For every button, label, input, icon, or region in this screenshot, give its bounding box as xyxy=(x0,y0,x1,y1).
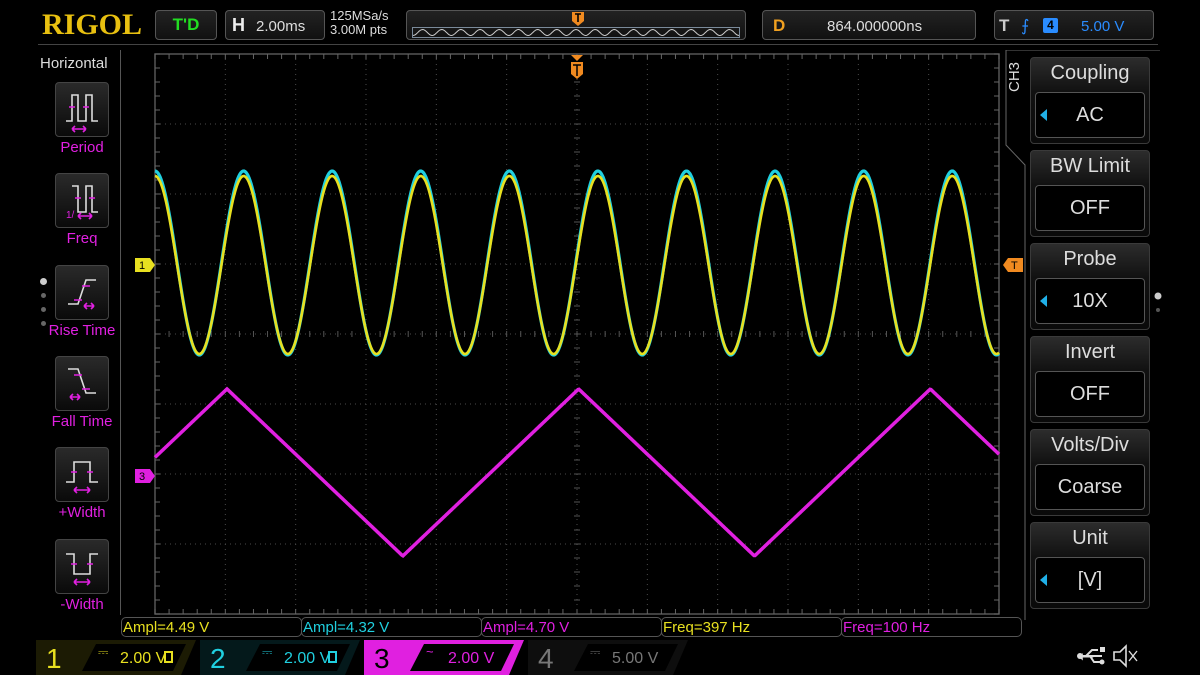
dc-coupling-icon: ⎓ xyxy=(262,644,273,659)
bandwidth-limit-icon xyxy=(164,651,173,663)
marker-label: T xyxy=(1011,260,1018,272)
channel-2-button[interactable]: 2 ⎓ 2.00 V xyxy=(200,640,370,675)
status-area xyxy=(1077,644,1138,668)
trigger-level-marker[interactable]: T xyxy=(1003,258,1023,272)
measurement-readout[interactable]: Ampl=4.49 V xyxy=(121,617,302,637)
channel-scale: 5.00 V xyxy=(612,650,659,667)
usb-icon xyxy=(1077,647,1105,665)
marker-label: 3 xyxy=(139,471,145,483)
channel-scale: 2.00 V xyxy=(448,650,495,667)
channel-1-offset-marker[interactable]: 1 xyxy=(135,258,155,272)
channel-scale: 2.00 V xyxy=(120,650,167,667)
channel-number: 1 xyxy=(46,643,62,674)
waveform-display[interactable]: 1 3 T xyxy=(0,0,1200,675)
channel-1-button[interactable]: 1 ⎓ 2.00 V xyxy=(36,640,206,675)
channel-number: 3 xyxy=(374,643,390,674)
channel-4-button[interactable]: 4 ⎓ 5.00 V xyxy=(528,640,698,675)
channel-1-trace xyxy=(154,174,1000,356)
dc-coupling-icon: ⎓ xyxy=(98,644,109,659)
marker-label: 1 xyxy=(139,260,145,272)
measurement-readout[interactable]: Freq=397 Hz xyxy=(661,617,842,637)
measurement-readout[interactable]: Freq=100 Hz xyxy=(841,617,1022,637)
channel-3-button[interactable]: 3 ~2.00 V xyxy=(364,640,534,675)
bandwidth-limit-icon xyxy=(328,651,337,663)
channel-3-offset-marker[interactable]: 3 xyxy=(135,469,155,483)
channel-number: 4 xyxy=(538,643,554,674)
measurement-readout[interactable]: Ampl=4.70 V xyxy=(481,617,662,637)
trigger-position-marker-icon[interactable] xyxy=(571,55,583,79)
channel-scale: 2.00 V xyxy=(284,650,331,667)
ac-coupling-icon: ~ xyxy=(426,644,434,659)
channel-number: 2 xyxy=(210,643,226,674)
measurement-readout[interactable]: Ampl=4.32 V xyxy=(301,617,482,637)
speaker-muted-icon xyxy=(1113,644,1138,668)
dc-coupling-icon: ⎓ xyxy=(590,644,601,659)
